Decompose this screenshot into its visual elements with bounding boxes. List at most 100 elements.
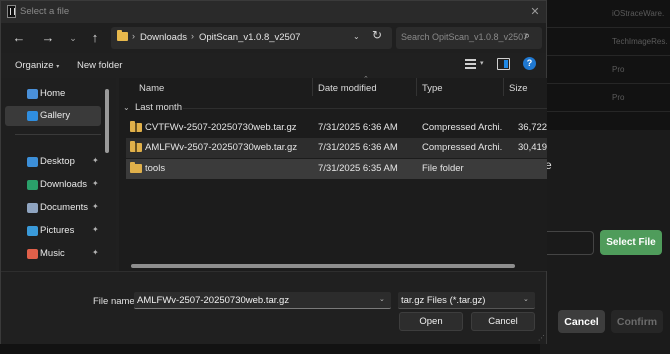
cancel-button[interactable]: Cancel xyxy=(471,312,535,331)
group-label: Last month xyxy=(134,102,182,113)
sidebar-item-label: Downloads xyxy=(40,179,87,190)
background-path-input[interactable] xyxy=(546,231,594,255)
file-list: Name ⌃ Date modified Type Size ⌄ Last mo… xyxy=(119,76,547,271)
background-row: iOStraceWare. xyxy=(540,0,670,28)
app-icon xyxy=(7,5,16,18)
documents-icon xyxy=(27,203,38,213)
breadcrumb-separator: › xyxy=(191,31,194,41)
download-icon xyxy=(27,180,38,190)
background-row-text: TechImageRes. xyxy=(612,37,668,46)
resize-grip-icon[interactable]: ⋰ xyxy=(538,334,545,342)
background-cancel-button[interactable]: Cancel xyxy=(558,310,605,333)
file-type: Compressed Archi... xyxy=(422,122,502,133)
sidebar-item-downloads[interactable]: Downloads ✦ xyxy=(5,175,101,195)
column-header-name[interactable]: Name xyxy=(139,83,164,94)
sidebar-item-desktop[interactable]: Desktop ✦ xyxy=(5,152,101,172)
file-size: 36,722 xyxy=(518,122,548,133)
back-arrow-icon[interactable]: ← xyxy=(10,29,28,47)
file-date: 7/31/2025 6:36 AM xyxy=(318,142,398,153)
sidebar-item-label: Desktop xyxy=(40,156,75,167)
pin-icon[interactable]: ✦ xyxy=(92,202,99,211)
file-type-value: tar.gz Files (*.tar.gz) xyxy=(401,295,486,306)
file-name: CVTFWv-2507-20250730web.tar.gz xyxy=(145,122,297,133)
file-row[interactable]: AMLFWv-2507-20250730web.tar.gz 7/31/2025… xyxy=(126,138,547,158)
file-name-chevron-icon[interactable]: ⌄ xyxy=(379,295,385,303)
dialog-footer: File name: AMLFWv-2507-20250730web.tar.g… xyxy=(1,271,546,344)
folder-icon xyxy=(117,30,128,41)
pictures-icon xyxy=(27,226,38,236)
dialog-title: Select a file xyxy=(20,6,70,17)
breadcrumb-downloads[interactable]: Downloads xyxy=(140,32,187,43)
select-file-button[interactable]: Select File xyxy=(600,230,662,255)
sidebar-scrollbar[interactable] xyxy=(105,89,109,153)
file-date: 7/31/2025 6:35 AM xyxy=(318,163,398,174)
file-type-chevron-icon[interactable]: ⌄ xyxy=(523,295,529,303)
pin-icon[interactable]: ✦ xyxy=(92,156,99,165)
close-icon[interactable]: ✕ xyxy=(527,5,543,19)
address-chevron-icon[interactable]: ⌄ xyxy=(353,32,360,41)
address-bar[interactable]: › Downloads › OpitScan_v1.0.8_v2507 ⌄ xyxy=(111,27,392,49)
sidebar-item-pictures[interactable]: Pictures ✦ xyxy=(5,221,101,241)
search-icon[interactable]: ⌕ xyxy=(524,30,530,43)
up-arrow-icon[interactable]: ↑ xyxy=(86,29,104,47)
column-divider[interactable] xyxy=(312,78,313,96)
pin-icon[interactable]: ✦ xyxy=(92,248,99,257)
column-divider[interactable] xyxy=(416,78,417,96)
sidebar-item-home[interactable]: Home xyxy=(5,84,101,104)
help-icon[interactable]: ? xyxy=(523,57,536,70)
title-bar[interactable]: Select a file ✕ xyxy=(1,1,546,23)
column-header-type[interactable]: Type xyxy=(422,83,443,94)
recent-locations-chevron-icon[interactable]: ⌄ xyxy=(64,29,82,47)
confirm-button[interactable]: Confirm xyxy=(611,310,663,333)
file-name-label: File name: xyxy=(93,296,138,307)
search-input[interactable]: Search OpitScan_v1.0.8_v2507 ⌕ xyxy=(396,27,542,49)
sidebar-item-label: Documents xyxy=(40,202,89,213)
sidebar-item-label: Gallery xyxy=(40,110,71,121)
sidebar-item-label: Home xyxy=(40,88,66,99)
file-name: AMLFWv-2507-20250730web.tar.gz xyxy=(145,142,298,153)
column-header-size[interactable]: Size xyxy=(509,83,527,94)
breadcrumb-separator: › xyxy=(132,31,135,41)
background-row-text: Pro xyxy=(612,93,625,102)
sidebar-item-documents[interactable]: Documents ✦ xyxy=(5,198,101,218)
file-row[interactable]: tools 7/31/2025 6:35 AM File folder xyxy=(126,159,547,179)
file-type-select[interactable]: tar.gz Files (*.tar.gz) ⌄ xyxy=(398,292,535,309)
column-header-date-modified[interactable]: Date modified xyxy=(318,83,377,94)
pin-icon[interactable]: ✦ xyxy=(92,179,99,188)
zip-folder-icon xyxy=(130,141,142,152)
search-placeholder: Search OpitScan_v1.0.8_v2507 xyxy=(401,32,529,42)
group-header-last-month[interactable]: ⌄ Last month xyxy=(123,102,182,113)
background-row-text: Pro xyxy=(612,65,625,74)
group-divider xyxy=(183,108,547,109)
file-size: 30,419 xyxy=(518,142,548,153)
sort-chevron-icon: ⌃ xyxy=(363,76,369,83)
column-divider[interactable] xyxy=(503,78,504,96)
desktop-icon xyxy=(27,157,38,167)
navigation-pane: Home Gallery Desktop ✦ Downloads ✦ Docum… xyxy=(1,78,116,271)
view-list-icon[interactable] xyxy=(465,59,476,69)
pin-icon[interactable]: ✦ xyxy=(92,225,99,234)
sidebar-item-music[interactable]: Music ✦ xyxy=(5,244,101,264)
folder-icon xyxy=(130,162,142,173)
file-row[interactable]: CVTFWv-2507-20250730web.tar.gz 7/31/2025… xyxy=(126,118,547,138)
group-chevron-icon[interactable]: ⌄ xyxy=(123,103,130,112)
refresh-icon[interactable]: ↻ xyxy=(372,28,382,42)
open-button[interactable]: Open xyxy=(399,312,463,331)
background-row-text: iOStraceWare. xyxy=(612,9,665,18)
horizontal-scrollbar[interactable] xyxy=(131,264,515,268)
background-row: Pro xyxy=(540,84,670,112)
file-name-value: AMLFWv-2507-20250730web.tar.gz xyxy=(137,295,290,306)
zip-folder-icon xyxy=(130,121,142,132)
preview-pane-icon[interactable] xyxy=(497,58,510,70)
sidebar-item-label: Pictures xyxy=(40,225,75,236)
file-name-input[interactable]: AMLFWv-2507-20250730web.tar.gz ⌄ xyxy=(134,292,391,309)
organize-button[interactable]: Organize ▾ xyxy=(15,60,59,71)
sidebar-item-gallery[interactable]: Gallery xyxy=(5,106,101,126)
home-icon xyxy=(27,89,38,99)
music-icon xyxy=(27,249,38,259)
background-table: iOStraceWare. TechImageRes. Pro Pro xyxy=(540,0,670,120)
view-chevron-icon[interactable]: ▾ xyxy=(480,59,484,67)
new-folder-button[interactable]: New folder xyxy=(77,60,122,71)
forward-arrow-icon[interactable]: → xyxy=(39,29,57,47)
breadcrumb-current-folder[interactable]: OpitScan_v1.0.8_v2507 xyxy=(199,32,300,43)
